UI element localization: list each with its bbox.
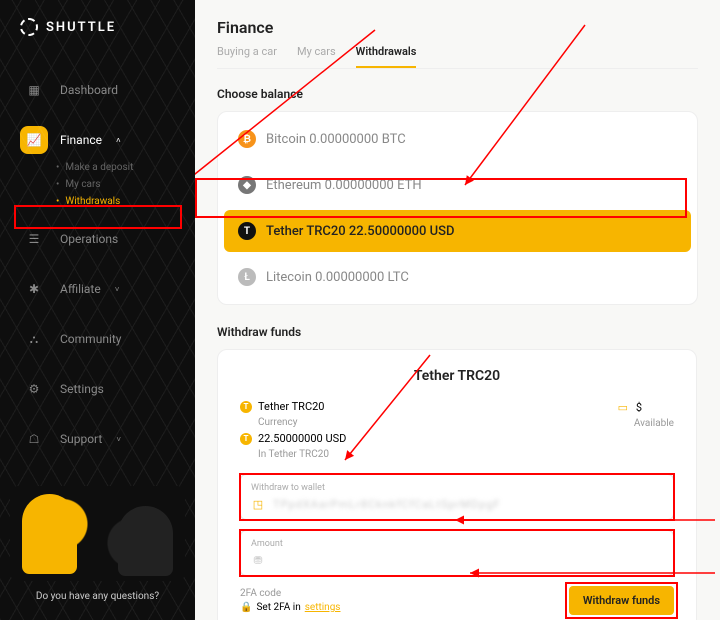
- chart-icon: 📈: [20, 126, 48, 154]
- tether-icon: T: [240, 433, 252, 445]
- nav-label: Finance: [60, 133, 102, 147]
- nav-finance[interactable]: 📈 Finance ˄: [0, 116, 195, 164]
- currency-name: Tether TRC20: [258, 400, 324, 413]
- nav: ▦ Dashboard 📈 Finance ˄ Make a deposit M…: [0, 66, 195, 463]
- balance-label: In Tether TRC20: [240, 449, 346, 460]
- twofa-label: 2FA code: [240, 588, 340, 599]
- balance-text: Litecoin 0.00000000 LTC: [266, 270, 409, 285]
- nav-label: Support: [60, 432, 102, 446]
- field-label: Amount: [251, 539, 663, 549]
- brand-logo: SHUTTLE: [0, 18, 195, 66]
- nav-operations[interactable]: ☰ Operations: [0, 215, 195, 263]
- promo-text: Do you have any questions?: [10, 591, 185, 602]
- subnav-withdrawals[interactable]: Withdrawals: [56, 196, 195, 207]
- balance-row-btc[interactable]: ₿ Bitcoin 0.00000000 BTC: [224, 118, 691, 160]
- twofa-row: 2FA code 🔒 Set 2FA in settings Withdraw …: [240, 586, 674, 615]
- balance-text: Tether TRC20 22.50000000 USD: [266, 224, 455, 239]
- nav-label: Affiliate: [60, 282, 101, 296]
- balance-text: Bitcoin 0.00000000 BTC: [266, 132, 406, 147]
- wallet-icon: ▭: [616, 400, 630, 414]
- amount-field[interactable]: Amount ⛃: [240, 530, 674, 576]
- twofa-text: Set 2FA in: [256, 602, 300, 613]
- withdraw-card: Tether TRC20 T Tether TRC20 Currency T 22.…: [217, 349, 697, 620]
- main-content: Finance Buying a car My cars Withdrawals…: [195, 0, 720, 620]
- headset-icon: ☖: [20, 425, 48, 453]
- balance-row-ltc[interactable]: Ł Litecoin 0.00000000 LTC: [224, 256, 691, 298]
- nav-label: Dashboard: [60, 83, 118, 97]
- nav-community[interactable]: ⛬ Community: [0, 315, 195, 363]
- page-title: Finance: [217, 18, 698, 37]
- nav-label: Settings: [60, 382, 104, 396]
- balance-row-usd[interactable]: T Tether TRC20 22.50000000 USD: [224, 210, 691, 252]
- tab-mycars[interactable]: My cars: [297, 45, 336, 68]
- wallet-field[interactable]: Withdraw to wallet ◳ TPpdXAarPmLr8CknkfC…: [240, 474, 674, 520]
- nav-support[interactable]: ☖ Support ˅: [0, 415, 195, 463]
- balance-text: Ethereum 0.00000000 ETH: [266, 178, 422, 193]
- currency-label: Currency: [240, 417, 346, 428]
- field-label: Withdraw to wallet: [251, 483, 663, 493]
- people-icon: ⛬: [20, 325, 48, 353]
- nav-label: Operations: [60, 232, 118, 246]
- balance-row-eth[interactable]: ◆ Ethereum 0.00000000 ETH: [224, 164, 691, 206]
- brand-text: SHUTTLE: [46, 20, 116, 35]
- subnav-mycars[interactable]: My cars: [56, 179, 195, 190]
- coin-icon: ₿: [238, 130, 256, 148]
- sidebar: SHUTTLE ▦ Dashboard 📈 Finance ˄ Make a d…: [0, 0, 195, 620]
- network-icon: ✱: [20, 275, 48, 303]
- coin-icon: ◆: [238, 176, 256, 194]
- avail-symbol: $: [636, 401, 642, 414]
- chevron-down-icon: ˅: [115, 285, 120, 294]
- settings-link[interactable]: settings: [305, 602, 341, 613]
- clipboard-icon: ☰: [20, 225, 48, 253]
- withdraw-section-label: Withdraw funds: [217, 325, 698, 339]
- nav-dashboard[interactable]: ▦ Dashboard: [0, 66, 195, 114]
- gear-icon: ⚙: [20, 375, 48, 403]
- tab-withdrawals[interactable]: Withdrawals: [356, 45, 417, 68]
- amount-input[interactable]: [273, 554, 663, 567]
- grid-icon: ▦: [20, 76, 48, 104]
- balance-list: ₿ Bitcoin 0.00000000 BTC ◆ Ethereum 0.00000…: [217, 111, 698, 305]
- withdraw-title: Tether TRC20: [240, 368, 674, 384]
- chevron-down-icon: ˅: [116, 435, 121, 444]
- tether-icon: T: [240, 401, 252, 413]
- withdraw-button[interactable]: Withdraw funds: [569, 586, 674, 615]
- nav-label: Community: [60, 332, 121, 346]
- tabs: Buying a car My cars Withdrawals: [217, 45, 698, 69]
- subnav-deposit[interactable]: Make a deposit: [56, 162, 195, 173]
- nav-affiliate[interactable]: ✱ Affiliate ˅: [0, 265, 195, 313]
- coins-icon: ⛃: [251, 553, 265, 567]
- coin-icon: T: [238, 222, 256, 240]
- logo-icon: [20, 18, 38, 36]
- wallet-value: TPpdXAarPmLr8CknkfCfCaLtSprMDpgF: [273, 498, 501, 511]
- balance-value: 22.50000000 USD: [258, 432, 346, 445]
- withdraw-meta: TTether TRC20 Currency T22.50000000 USD …: [240, 400, 674, 460]
- sidebar-promo: Do you have any questions?: [0, 468, 195, 620]
- tab-buying[interactable]: Buying a car: [217, 45, 277, 68]
- finance-submenu: Make a deposit My cars Withdrawals: [0, 162, 195, 207]
- wallet-icon: ◳: [251, 497, 265, 511]
- avail-label: Available: [616, 418, 674, 429]
- nav-settings[interactable]: ⚙ Settings: [0, 365, 195, 413]
- choose-balance-label: Choose balance: [217, 87, 698, 101]
- lock-icon: 🔒: [240, 602, 252, 613]
- coin-icon: Ł: [238, 268, 256, 286]
- chevron-up-icon: ˄: [116, 136, 121, 145]
- promo-illustration: [10, 486, 185, 581]
